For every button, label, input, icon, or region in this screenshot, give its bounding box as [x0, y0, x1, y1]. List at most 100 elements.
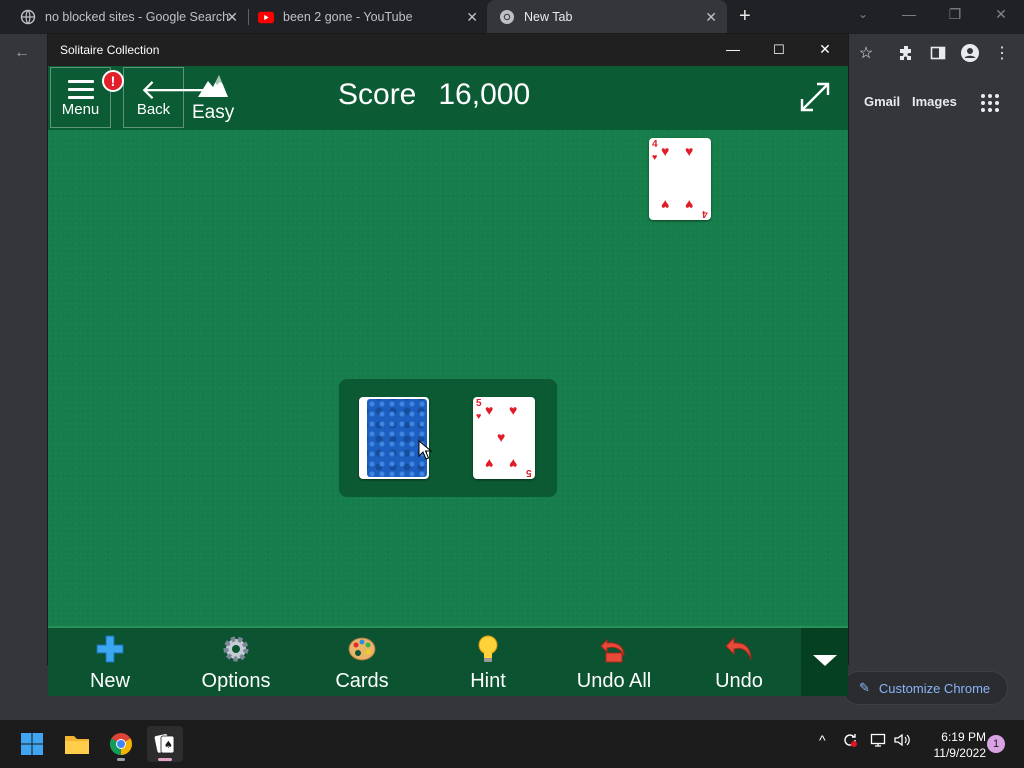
mouse-cursor-icon — [418, 440, 432, 460]
google-apps-icon[interactable] — [981, 94, 999, 112]
gear-icon — [223, 636, 249, 662]
heart-icon: ♥ — [476, 411, 482, 421]
hint-label: Hint — [470, 670, 506, 692]
tab-google-search[interactable]: no blocked sites - Google Search ✕ — [8, 0, 248, 34]
alert-badge: ! — [102, 70, 124, 92]
undo-icon — [725, 636, 752, 661]
close-window-icon[interactable]: ✕ — [802, 34, 848, 66]
tab-title: been 2 gone - YouTube — [283, 10, 413, 24]
close-window-icon[interactable]: ✕ — [978, 0, 1024, 30]
difficulty-label: Easy — [192, 102, 235, 123]
extensions-icon[interactable] — [893, 40, 919, 66]
tab-title: New Tab — [524, 10, 573, 24]
clock-date: 11/9/2022 — [933, 746, 987, 760]
card-rank: 5 — [476, 398, 482, 409]
close-tab-icon[interactable]: ✕ — [226, 9, 238, 26]
heart-icon: ♥ — [661, 143, 670, 159]
hint-button[interactable]: Hint — [438, 630, 538, 694]
options-button[interactable]: Options — [186, 630, 286, 694]
profile-icon[interactable] — [957, 40, 983, 66]
window-title: Solitaire Collection — [60, 43, 160, 57]
undo-label: Undo — [715, 670, 763, 692]
heart-icon: ♥ — [485, 456, 494, 472]
bookmark-star-icon[interactable]: ☆ — [853, 40, 879, 66]
close-tab-icon[interactable]: ✕ — [705, 9, 717, 26]
foundation-card-4-hearts[interactable]: 4 ♥ ♥ ♥ ♥ ♥ 4 — [649, 138, 711, 220]
mountain-icon — [198, 75, 228, 97]
game-command-bar: New Options Cards Hint Undo All Undo — [48, 626, 848, 696]
back-button[interactable]: 🡐 Back — [123, 67, 215, 128]
side-panel-icon[interactable] — [925, 40, 951, 66]
show-hidden-icons[interactable]: ^ — [819, 732, 826, 748]
stock-pile[interactable] — [359, 397, 429, 479]
back-arrow-icon[interactable]: ← — [9, 40, 35, 66]
heart-icon: ♥ — [685, 197, 694, 213]
heart-icon: ♥ — [509, 402, 518, 418]
file-explorer-button[interactable] — [59, 726, 95, 762]
palette-icon — [348, 637, 376, 661]
svg-text:♠: ♠ — [164, 740, 173, 751]
browser-tab-strip: no blocked sites - Google Search ✕ been … — [0, 0, 1024, 34]
undo-button[interactable]: Undo — [689, 630, 789, 694]
start-button[interactable] — [14, 726, 50, 762]
undo-all-button[interactable]: Undo All — [564, 630, 664, 694]
more-commands-button[interactable] — [801, 628, 848, 696]
chrome-taskbar-button[interactable] — [103, 726, 139, 762]
minimize-icon[interactable]: — — [710, 34, 756, 66]
volume-icon[interactable] — [893, 732, 911, 751]
tab-new-tab[interactable]: New Tab ✕ — [487, 0, 727, 34]
plus-icon — [96, 635, 124, 663]
difficulty-indicator: Easy — [192, 70, 234, 128]
options-label: Options — [201, 670, 271, 692]
images-link[interactable]: Images — [912, 94, 957, 109]
undo-all-label: Undo All — [576, 670, 652, 692]
gmail-link[interactable]: Gmail — [864, 94, 900, 109]
menu-button[interactable]: Menu ! — [50, 67, 124, 128]
maximize-icon[interactable]: ☐ — [756, 34, 802, 66]
waste-card-5-hearts[interactable]: 5 ♥ ♥ ♥ ♥ ♥ ♥ 5 — [473, 397, 535, 479]
solitaire-titlebar[interactable]: Solitaire Collection — ☐ ✕ — [48, 34, 848, 66]
restore-icon[interactable]: ❐ — [932, 0, 978, 30]
notification-badge[interactable]: 1 — [987, 735, 1005, 753]
solitaire-taskbar-button[interactable]: ♠ — [147, 726, 183, 762]
card-rank: 4 — [652, 139, 658, 150]
tab-youtube[interactable]: been 2 gone - YouTube ✕ — [248, 0, 488, 34]
stock-waste-area: 5 ♥ ♥ ♥ ♥ ♥ ♥ 5 — [339, 379, 557, 497]
back-label: Back — [136, 101, 171, 118]
network-icon[interactable] — [870, 732, 886, 751]
score-value: 16,000 — [438, 78, 531, 111]
new-tab-button[interactable]: + — [739, 5, 751, 28]
clock-time: 6:19 PM — [941, 730, 986, 744]
windows-logo-icon — [21, 733, 43, 755]
solitaire-window: Solitaire Collection — ☐ ✕ Menu ! 🡐 Back… — [47, 33, 849, 696]
pencil-icon: ✎ — [859, 680, 870, 695]
card-back-pattern — [367, 399, 427, 477]
tab-title: no blocked sites - Google Search — [45, 10, 230, 24]
card-rank: 5 — [526, 467, 532, 478]
heart-icon: ♥ — [509, 456, 518, 472]
chrome-menu-icon[interactable]: ⋮ — [989, 40, 1015, 66]
heart-icon: ♥ — [661, 197, 670, 213]
new-game-button[interactable]: New — [60, 630, 160, 694]
heart-icon: ♥ — [497, 429, 506, 445]
menu-label: Menu — [61, 101, 100, 118]
sync-icon[interactable] — [842, 732, 858, 751]
cards-button[interactable]: Cards — [312, 630, 412, 694]
heart-icon: ♥ — [685, 143, 694, 159]
close-tab-icon[interactable]: ✕ — [466, 9, 478, 26]
solitaire-icon: ♠ — [154, 734, 175, 754]
tab-search-icon[interactable]: ⌄ — [840, 0, 886, 30]
running-indicator — [117, 758, 125, 761]
minimize-icon[interactable]: — — [886, 0, 932, 30]
chrome-icon — [110, 733, 132, 755]
game-table[interactable]: Menu ! 🡐 Back Easy Score 16,000 4 ♥ ♥ ♥ … — [48, 66, 848, 696]
new-label: New — [89, 670, 130, 692]
score-display: Score 16,000 — [338, 78, 530, 112]
system-clock[interactable]: 6:19 PM 11/9/2022 — [918, 729, 987, 761]
fullscreen-icon[interactable] — [798, 80, 832, 114]
customize-chrome-label: Customize Chrome — [878, 680, 991, 696]
heart-icon: ♥ — [485, 402, 494, 418]
chevron-down-icon — [813, 655, 837, 666]
lightbulb-icon — [478, 635, 498, 662]
customize-chrome-button[interactable]: ✎ Customize Chrome — [842, 671, 1008, 705]
